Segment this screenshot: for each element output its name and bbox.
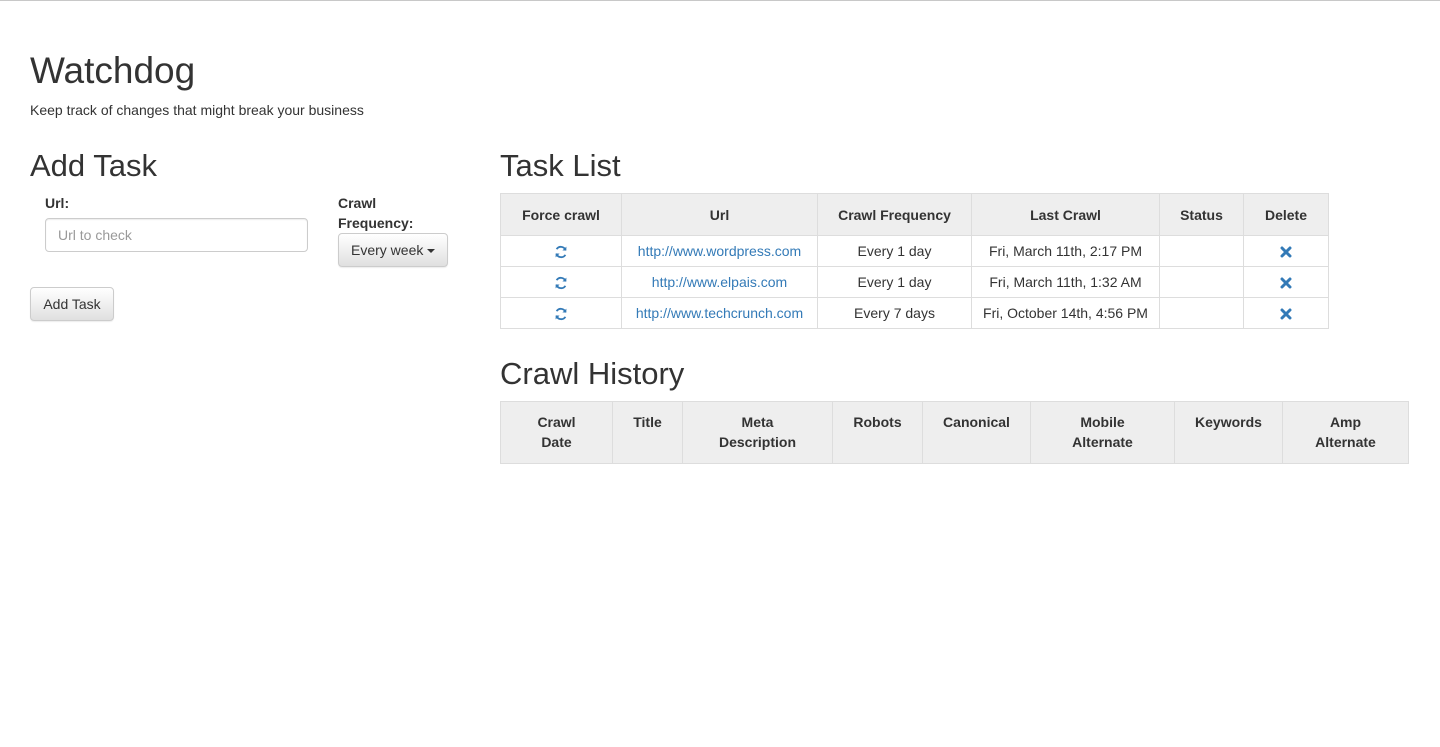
column-header-line: Description: [718, 434, 796, 450]
url-label: Url:: [45, 195, 70, 211]
column-header-line: Date: [541, 434, 572, 450]
column-header-force-crawl: Force crawl: [500, 193, 622, 236]
frequency-cell: Every 7 days: [817, 297, 972, 329]
column-header-line: Meta: [741, 414, 774, 430]
crawl-history-heading: Crawl History: [500, 356, 685, 391]
delete-cell: [1243, 266, 1329, 298]
url-cell: http://www.wordpress.com: [621, 235, 818, 267]
crawl-frequency-label: Crawl Frequency:: [338, 195, 414, 231]
column-header-mobile-alternate: Mobile Alternate: [1030, 401, 1175, 464]
column-header-amp-alternate: Amp Alternate: [1282, 401, 1409, 464]
task-url-link[interactable]: http://www.techcrunch.com: [636, 305, 803, 321]
refresh-icon[interactable]: [554, 307, 568, 321]
crawl-history-table: Crawl Date Title Meta Description Robots C…: [500, 401, 1409, 464]
table-row: http://www.wordpress.com Every 1 day Fri…: [500, 235, 1329, 267]
page-subtitle: Keep track of changes that might break y…: [30, 102, 364, 118]
crawl-history-header-row: Crawl Date Title Meta Description Robots C…: [500, 401, 1409, 464]
column-header-line: Canonical: [943, 414, 1010, 430]
task-table: Force crawl Url Crawl Frequency Last Cra…: [500, 193, 1329, 329]
page-title: Watchdog: [30, 50, 196, 91]
frequency-cell: Every 1 day: [817, 235, 972, 267]
crawl-frequency-dropdown[interactable]: Every week: [338, 233, 448, 267]
remove-icon[interactable]: [1280, 246, 1292, 258]
status-cell: [1159, 297, 1244, 329]
status-cell: [1159, 235, 1244, 267]
column-header-delete: Delete: [1243, 193, 1329, 236]
column-header-meta-description: Meta Description: [682, 401, 833, 464]
refresh-icon[interactable]: [554, 276, 568, 290]
column-header-line: Robots: [853, 414, 902, 430]
column-header-line: Alternate: [1072, 434, 1133, 450]
column-header-keywords: Keywords: [1174, 401, 1283, 464]
column-header-crawl-date: Crawl Date: [500, 401, 613, 464]
table-row: http://www.techcrunch.com Every 7 days F…: [500, 297, 1329, 329]
task-list-heading: Task List: [500, 148, 621, 183]
url-cell: http://www.techcrunch.com: [621, 297, 818, 329]
column-header-line: Amp: [1329, 414, 1362, 430]
crawl-frequency-value: Every week: [351, 242, 424, 258]
table-row: http://www.elpais.com Every 1 day Fri, M…: [500, 266, 1329, 298]
force-crawl-cell: [500, 235, 622, 267]
add-task-button[interactable]: Add Task: [30, 287, 114, 321]
force-crawl-cell: [500, 266, 622, 298]
refresh-icon[interactable]: [554, 245, 568, 259]
column-header-url: Url: [621, 193, 818, 236]
column-header-line: Mobile: [1080, 414, 1125, 430]
delete-cell: [1243, 297, 1329, 329]
last-crawl-cell: Fri, October 14th, 4:56 PM: [971, 297, 1160, 329]
remove-icon[interactable]: [1280, 277, 1292, 289]
url-cell: http://www.elpais.com: [621, 266, 818, 298]
url-input[interactable]: [45, 218, 308, 252]
frequency-cell: Every 1 day: [817, 266, 972, 298]
column-header-crawl-frequency: Crawl Frequency: [817, 193, 972, 236]
task-url-link[interactable]: http://www.wordpress.com: [638, 243, 801, 259]
column-header-line: Crawl: [537, 414, 576, 430]
add-task-heading: Add Task: [30, 148, 157, 183]
column-header-title: Title: [612, 401, 683, 464]
last-crawl-cell: Fri, March 11th, 1:32 AM: [971, 266, 1160, 298]
column-header-last-crawl: Last Crawl: [971, 193, 1160, 236]
remove-icon[interactable]: [1280, 308, 1292, 320]
top-rule: [0, 0, 1440, 1]
column-header-line: Keywords: [1195, 414, 1262, 430]
column-header-line: Title: [633, 414, 662, 430]
last-crawl-cell: Fri, March 11th, 2:17 PM: [971, 235, 1160, 267]
column-header-status: Status: [1159, 193, 1244, 236]
task-url-link[interactable]: http://www.elpais.com: [652, 274, 787, 290]
task-table-header-row: Force crawl Url Crawl Frequency Last Cra…: [500, 193, 1329, 236]
status-cell: [1159, 266, 1244, 298]
delete-cell: [1243, 235, 1329, 267]
caret-down-icon: [427, 249, 436, 254]
column-header-line: Alternate: [1315, 434, 1376, 450]
force-crawl-cell: [500, 297, 622, 329]
column-header-robots: Robots: [832, 401, 923, 464]
column-header-canonical: Canonical: [922, 401, 1031, 464]
